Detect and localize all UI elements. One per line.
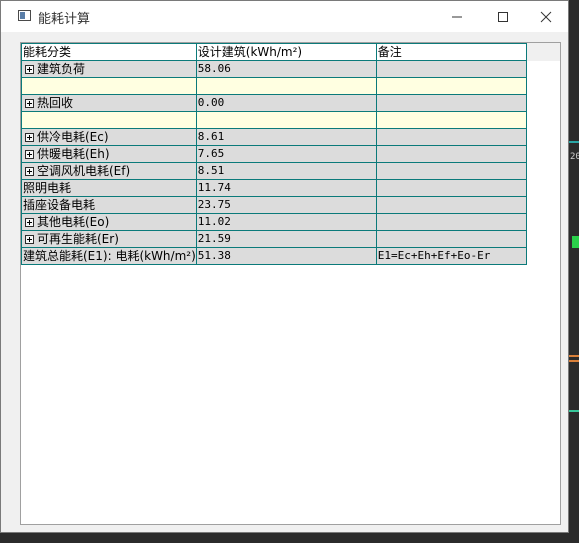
expand-toggle-icon[interactable] [25,218,34,227]
remark-cell[interactable] [375,111,527,129]
remark-cell[interactable]: E1=Ec+Eh+Ef+Eo-Er [375,247,527,265]
value-cell[interactable] [195,111,377,129]
remark-cell[interactable] [375,60,527,78]
value-cell[interactable]: 23.75 [195,196,377,214]
window-app-icon [18,10,31,21]
category-cell: 热回收 [21,94,197,112]
header-filler [521,43,560,61]
table-spacer-row[interactable] [21,111,527,129]
energy-table-panel: 能耗分类 设计建筑(kWh/m²) 备注 建筑负荷 58.06 热回收 0.00 供冷电… [20,42,561,525]
remark-cell[interactable] [375,230,527,248]
expand-toggle-icon[interactable] [25,167,34,176]
value-cell[interactable] [195,77,377,95]
table-row[interactable]: 供冷电耗(Ec) 8.61 [21,128,527,146]
energy-calc-window: 能耗计算 能耗分类 设计建筑(kWh/m²) 备注 建筑负荷 58.06 热回收… [0,0,569,533]
expand-toggle-icon[interactable] [25,65,34,74]
category-cell: 插座设备电耗 [21,196,197,214]
category-cell: 供冷电耗(Ec) [21,128,197,146]
background-line [569,141,579,143]
table-row[interactable]: 热回收 0.00 [21,94,527,112]
value-cell[interactable]: 21.59 [195,230,377,248]
table-row[interactable]: 可再生能耗(Er) 21.59 [21,230,527,248]
category-label: 供暖电耗(Eh) [37,147,110,161]
category-cell: 建筑总能耗(E1): 电耗(kWh/m²) [21,247,197,265]
expand-toggle-icon[interactable] [25,150,34,159]
table-row[interactable]: 照明电耗 11.74 [21,179,527,197]
background-line [572,236,579,248]
background-line [569,410,579,412]
column-header-category[interactable]: 能耗分类 [21,43,197,61]
minimize-button[interactable] [434,1,480,32]
table-spacer-row[interactable] [21,77,527,95]
remark-cell[interactable] [375,77,527,95]
background-line [569,355,579,357]
category-label: 建筑负荷 [37,62,86,76]
remark-cell[interactable] [375,162,527,180]
category-label: 热回收 [37,96,74,110]
expand-toggle-icon[interactable] [25,99,34,108]
value-cell[interactable]: 11.02 [195,213,377,231]
category-label: 可再生能耗(Er) [37,232,119,246]
value-cell[interactable]: 58.06 [195,60,377,78]
value-cell[interactable]: 11.74 [195,179,377,197]
energy-table: 能耗分类 设计建筑(kWh/m²) 备注 建筑负荷 58.06 热回收 0.00 供冷电… [21,43,527,265]
column-header-remark[interactable]: 备注 [375,43,527,61]
remark-cell[interactable] [375,128,527,146]
category-cell: 其他电耗(Eo) [21,213,197,231]
table-row[interactable]: 空调风机电耗(Ef) 8.51 [21,162,527,180]
table-header-row: 能耗分类 设计建筑(kWh/m²) 备注 [21,43,527,61]
table-row[interactable]: 建筑负荷 58.06 [21,60,527,78]
maximize-icon [498,11,508,22]
maximize-button[interactable] [480,1,526,32]
window-title: 能耗计算 [38,12,91,27]
remark-cell[interactable] [375,179,527,197]
table-row[interactable]: 供暖电耗(Eh) 7.65 [21,145,527,163]
category-label: 空调风机电耗(Ef) [37,164,131,178]
category-label: 照明电耗 [23,181,72,195]
value-cell[interactable]: 7.65 [195,145,377,163]
category-label: 其他电耗(Eo) [37,215,110,229]
category-cell [21,111,197,129]
table-row[interactable]: 建筑总能耗(E1): 电耗(kWh/m²) 51.38 E1=Ec+Eh+Ef+Eo… [21,247,527,265]
expand-toggle-icon[interactable] [25,235,34,244]
remark-cell[interactable] [375,145,527,163]
table-row[interactable]: 其他电耗(Eo) 11.02 [21,213,527,231]
value-cell[interactable]: 8.61 [195,128,377,146]
category-cell: 照明电耗 [21,179,197,197]
remark-cell[interactable] [375,196,527,214]
category-cell: 供暖电耗(Eh) [21,145,197,163]
column-header-design-building[interactable]: 设计建筑(kWh/m²) [195,43,377,61]
expand-toggle-icon[interactable] [25,133,34,142]
title-bar[interactable]: 能耗计算 [1,1,568,32]
category-cell: 空调风机电耗(Ef) [21,162,197,180]
background-line [569,360,579,362]
value-cell[interactable]: 51.38 [195,247,377,265]
remark-cell[interactable] [375,94,527,112]
remark-cell[interactable] [375,213,527,231]
category-cell: 建筑负荷 [21,60,197,78]
close-icon [540,11,552,22]
value-cell[interactable]: 0.00 [195,94,377,112]
value-cell[interactable]: 8.51 [195,162,377,180]
category-label: 建筑总能耗(E1): 电耗(kWh/m²) [23,249,196,263]
background-label: 20 [570,152,579,162]
category-cell: 可再生能耗(Er) [21,230,197,248]
minimize-icon [452,16,462,17]
table-row[interactable]: 插座设备电耗 23.75 [21,196,527,214]
close-button[interactable] [523,1,569,32]
category-cell [21,77,197,95]
category-label: 插座设备电耗 [23,198,96,212]
category-label: 供冷电耗(Ec) [37,130,109,144]
